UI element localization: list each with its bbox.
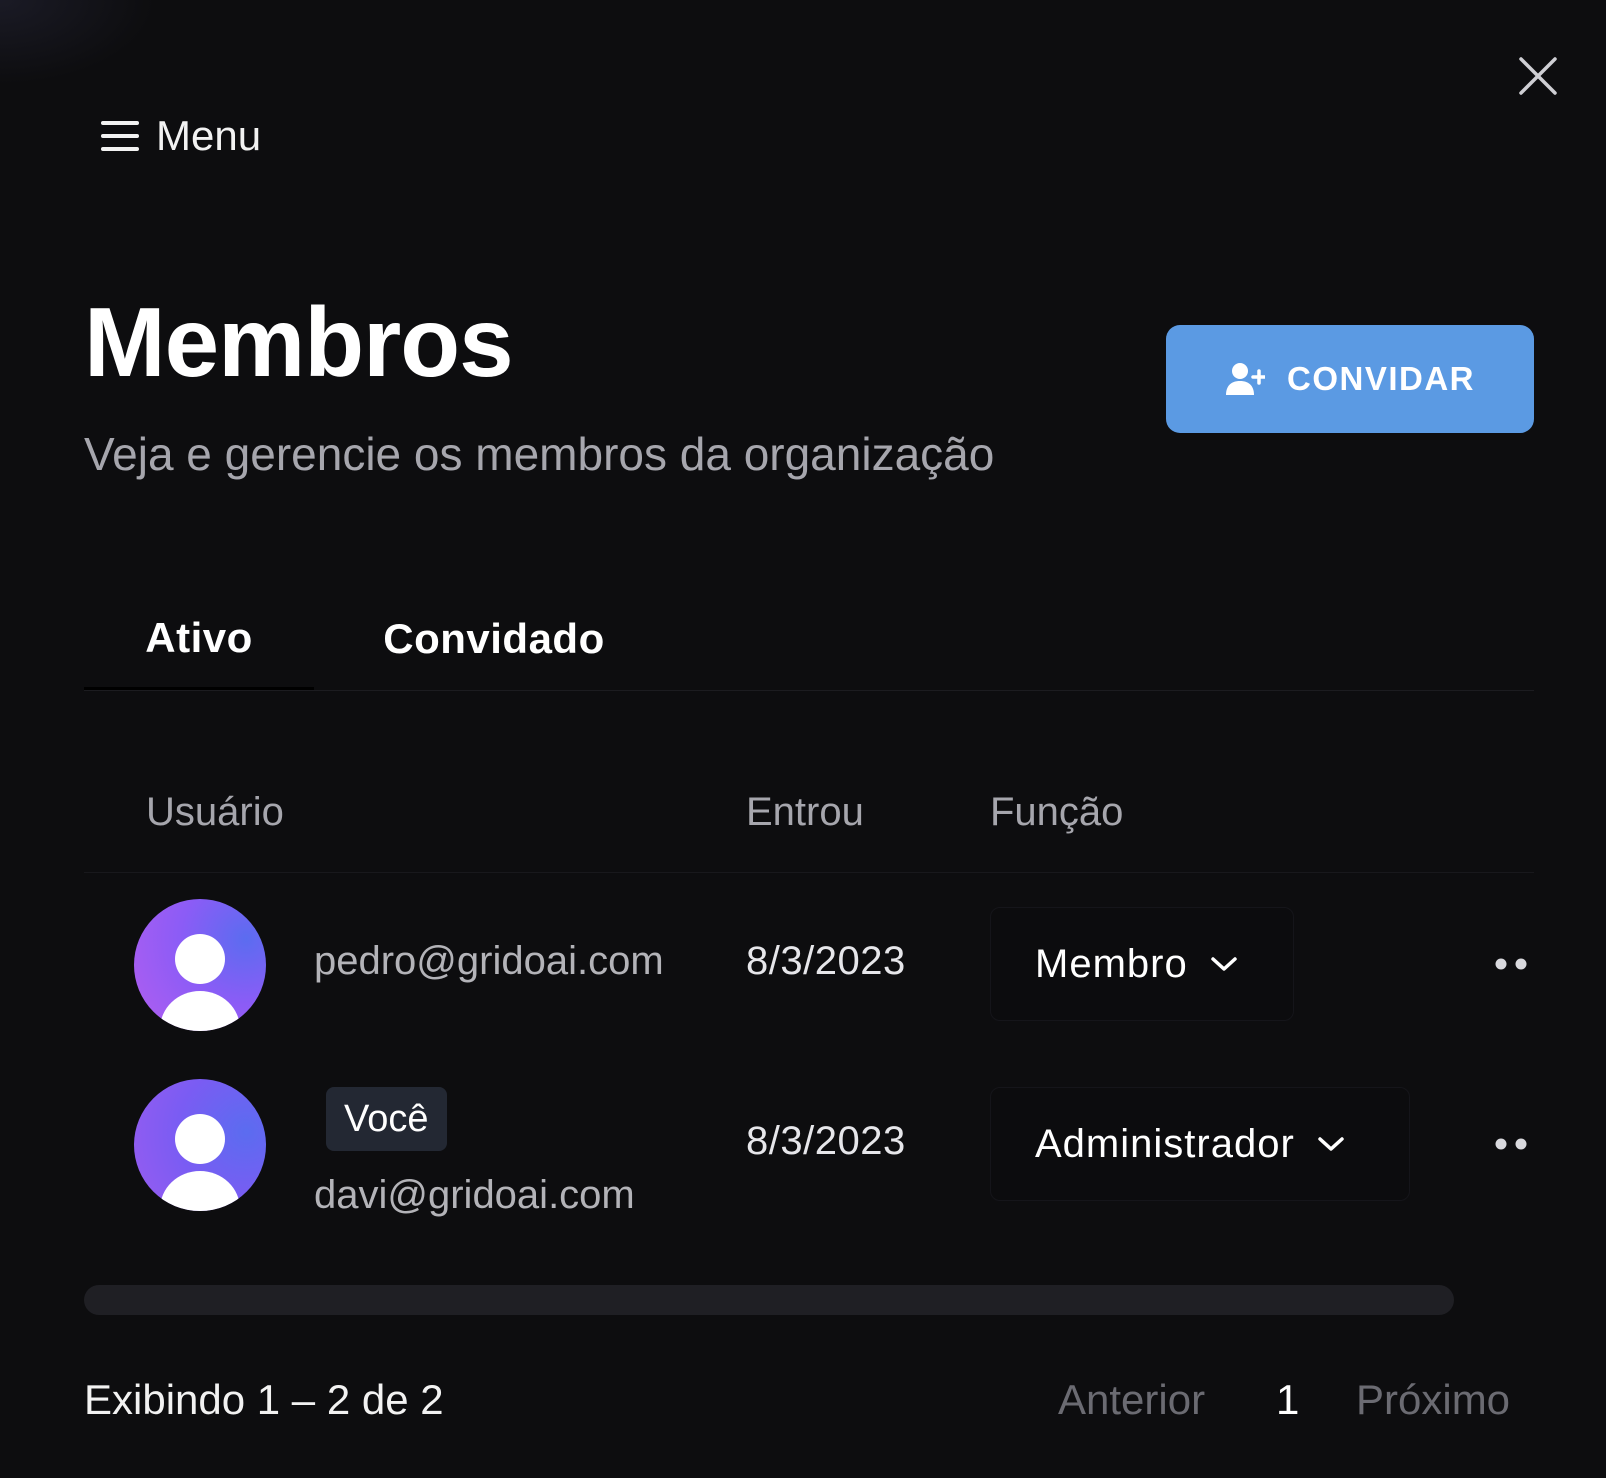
members-table: Usuário Entrou Função pedro@gridoai.com … [84, 760, 1534, 1233]
tab-bar: Ativo Convidado [84, 588, 1534, 691]
more-actions-button[interactable] [1492, 949, 1532, 979]
user-avatar-icon [160, 934, 240, 1031]
more-dots-icon [1495, 1138, 1527, 1150]
column-header-role: Função [990, 790, 1124, 834]
user-avatar-icon [160, 1114, 240, 1211]
more-dots-icon [1495, 958, 1527, 970]
user-plus-icon [1225, 363, 1265, 395]
you-badge: Você [326, 1087, 447, 1151]
tab-ativo[interactable]: Ativo [84, 588, 314, 690]
members-page: Menu Membros Veja e gerencie os membros … [0, 0, 1606, 1478]
table-row: pedro@gridoai.com 8/3/2023 Membro [84, 873, 1534, 1053]
pagination-current-page[interactable]: 1 [1276, 1372, 1299, 1428]
chevron-down-icon [1210, 957, 1237, 971]
table-header: Usuário Entrou Função [84, 760, 1534, 873]
chevron-down-icon [1318, 1137, 1344, 1151]
close-icon [1519, 57, 1557, 95]
hamburger-icon [101, 121, 139, 151]
pagination-next[interactable]: Próximo [1356, 1372, 1510, 1428]
column-header-joined: Entrou [746, 790, 864, 834]
avatar [134, 1079, 266, 1211]
invite-label: CONVIDAR [1286, 360, 1475, 397]
table-row: Você davi@gridoai.com 8/3/2023 Administr… [84, 1053, 1534, 1233]
close-button[interactable] [1512, 50, 1564, 102]
role-value: Membro [1035, 941, 1188, 986]
more-actions-button[interactable] [1492, 1129, 1532, 1159]
tab-convidado[interactable]: Convidado [374, 588, 614, 690]
joined-date: 8/3/2023 [746, 1119, 906, 1163]
role-select[interactable]: Membro [990, 907, 1294, 1021]
menu-label: Menu [156, 112, 262, 159]
avatar [134, 899, 266, 1031]
horizontal-scrollbar[interactable] [84, 1285, 1454, 1315]
user-email: pedro@gridoai.com [314, 939, 664, 983]
pagination-summary: Exibindo 1 – 2 de 2 [84, 1376, 444, 1423]
user-email: davi@gridoai.com [314, 1173, 635, 1217]
invite-button[interactable]: CONVIDAR [1166, 325, 1534, 433]
column-header-user: Usuário [146, 790, 284, 834]
menu-button[interactable]: Menu [100, 108, 261, 164]
joined-date: 8/3/2023 [746, 939, 906, 983]
pagination-previous[interactable]: Anterior [1058, 1372, 1205, 1428]
page-title: Membros [84, 287, 514, 397]
role-value: Administrador [1035, 1121, 1295, 1166]
page-subtitle: Veja e gerencie os membros da organizaçã… [84, 428, 995, 480]
role-select[interactable]: Administrador [990, 1087, 1410, 1201]
